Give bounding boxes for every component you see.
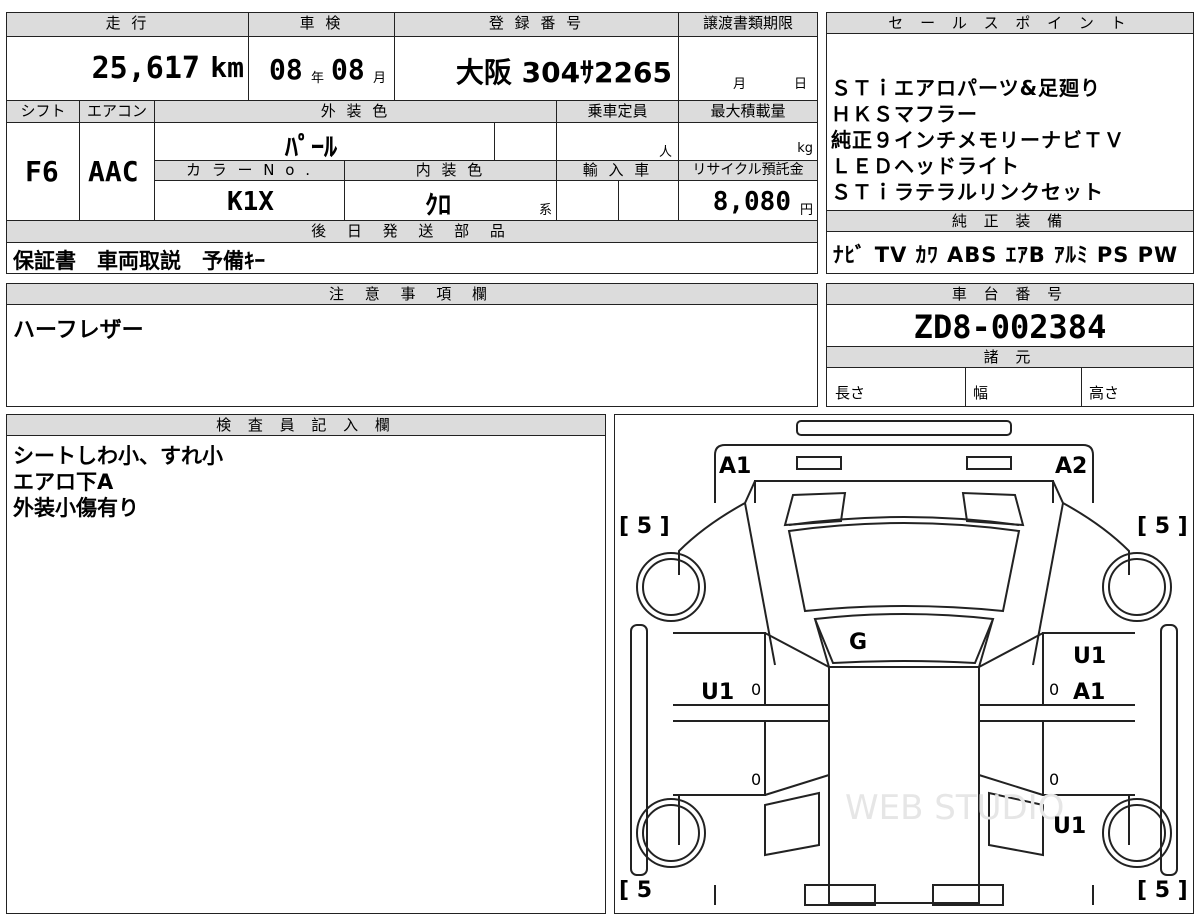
registration-number: 大阪 304ｻ2265	[455, 56, 672, 89]
sales-point-line: ＳＴｉラテラルリンクセット	[831, 180, 1104, 204]
header-transfer-deadline: 譲渡書類期限	[679, 13, 817, 37]
inspector-header: 検 査 員 記 入 欄	[7, 415, 605, 436]
tire-front-left: [ 5 ]	[619, 514, 670, 539]
interior-color-suffix: 系	[538, 203, 552, 218]
sales-point-line: ＨＫＳマフラー	[831, 102, 978, 126]
chassis-number: ZD8-002384	[913, 308, 1107, 346]
damage-mark-right-door-lower: A1	[1073, 680, 1105, 705]
inspection-month: 08	[331, 53, 365, 86]
header-interior-color: 内 装 色	[345, 161, 557, 181]
damage-diagram: WEB STUDIO A1 A2 G U1 U1 A1 U1 [ 5 ] [ 5…	[614, 414, 1194, 914]
notes-value: ハーフレザー	[13, 318, 144, 343]
inspection-year-unit: 年	[311, 71, 325, 86]
exterior-color-value: ﾊﾟｰﾙ	[285, 133, 338, 163]
spec-height-label: 高さ	[1089, 384, 1120, 402]
damage-mark-right-door-upper: U1	[1073, 644, 1106, 669]
mileage-value: 25,617	[91, 51, 200, 86]
vehicle-info-table: 走 行 車 検 登 録 番 号 譲渡書類期限 25,617 km 08 年 08…	[6, 12, 818, 274]
zero-mark: 0	[1049, 680, 1059, 699]
equipment-box: 純 正 装 備 ﾅﾋﾞ TV ｶﾜ ABS ｴｱB ｱﾙﾐ PS PW	[826, 210, 1194, 274]
spec-header: 諸 元	[827, 346, 1193, 368]
equipment-header: 純 正 装 備	[827, 211, 1193, 232]
sales-point-header: セ ー ル ス ポ イ ン ト	[827, 13, 1193, 34]
max-load-unit: kg	[797, 141, 813, 156]
recycle-fee-unit: 円	[799, 203, 813, 218]
header-later-shipping: 後 日 発 送 部 品	[7, 221, 817, 243]
notes-header: 注 意 事 項 欄	[7, 284, 817, 305]
capacity-unit: 人	[658, 145, 672, 160]
chassis-box: 車 台 番 号 ZD8-002384 諸 元 長さ 幅 高さ	[826, 283, 1194, 407]
inspector-line: エアロ下A	[13, 470, 114, 494]
later-shipping-parts: 保証書 車両取説 予備ｷｰ	[13, 249, 265, 273]
header-shift: シフト	[7, 101, 80, 123]
sales-point-line: 純正９インチメモリーナビＴＶ	[831, 128, 1125, 152]
inspection-month-unit: 月	[373, 71, 387, 86]
zero-mark: 0	[1049, 770, 1059, 789]
tire-rear-left: [ 5	[619, 878, 652, 903]
damage-mark-front-right: A2	[1055, 454, 1087, 479]
recycle-fee-value: 8,080	[712, 187, 791, 217]
damage-mark-front-left: A1	[719, 454, 751, 479]
inspector-box: 検 査 員 記 入 欄 シートしわ小、すれ小 エアロ下A 外装小傷有り	[6, 414, 606, 914]
zero-mark: 0	[751, 680, 761, 699]
inspector-line: シートしわ小、すれ小	[13, 444, 223, 468]
transfer-month: 月	[733, 77, 747, 92]
sales-point-line: ＬＥＤヘッドライト	[831, 154, 1020, 178]
notes-box: 注 意 事 項 欄 ハーフレザー	[6, 283, 818, 407]
damage-mark-roof: G	[849, 630, 867, 655]
mileage-unit: km	[210, 51, 244, 84]
color-number-value: K1X	[227, 187, 274, 217]
spec-length-label: 長さ	[835, 384, 866, 402]
aircon-value: AAC	[88, 155, 139, 188]
chassis-header: 車 台 番 号	[827, 284, 1193, 305]
header-exterior-color: 外 装 色	[155, 101, 557, 123]
interior-color-value: ｸﾛ	[425, 191, 452, 221]
inspection-year: 08	[269, 53, 303, 86]
spec-width-label: 幅	[973, 384, 989, 402]
inspector-line: 外装小傷有り	[13, 496, 139, 520]
transfer-day: 日	[793, 77, 807, 92]
tire-rear-right: [ 5 ]	[1137, 878, 1188, 903]
header-registration: 登 録 番 号	[395, 13, 679, 37]
header-import: 輸 入 車	[557, 161, 679, 181]
header-max-load: 最大積載量	[679, 101, 817, 123]
equipment-list: ﾅﾋﾞ TV ｶﾜ ABS ｴｱB ｱﾙﾐ PS PW	[833, 243, 1179, 267]
header-aircon: エアコン	[80, 101, 155, 123]
damage-mark-right-rear: U1	[1053, 814, 1086, 839]
tire-front-right: [ 5 ]	[1137, 514, 1188, 539]
damage-mark-left-door: U1	[701, 680, 734, 705]
zero-mark: 0	[751, 770, 761, 789]
watermark: WEB STUDIO	[845, 788, 1064, 828]
header-inspection: 車 検	[249, 13, 395, 37]
header-capacity: 乗車定員	[557, 101, 679, 123]
header-color-number: カ ラ ー N o .	[155, 161, 345, 181]
sales-point-box: セ ー ル ス ポ イ ン ト ＳＴｉエアロパーツ&足廻り ＨＫＳマフラー 純正…	[826, 12, 1194, 212]
header-recycle-fee: リサイクル預託金	[679, 161, 817, 181]
sales-point-line: ＳＴｉエアロパーツ&足廻り	[831, 76, 1102, 100]
shift-value: F6	[25, 155, 59, 188]
car-diagram-svg: WEB STUDIO A1 A2 G U1 U1 A1 U1 [ 5 ] [ 5…	[619, 420, 1188, 906]
header-mileage: 走 行	[7, 13, 249, 37]
